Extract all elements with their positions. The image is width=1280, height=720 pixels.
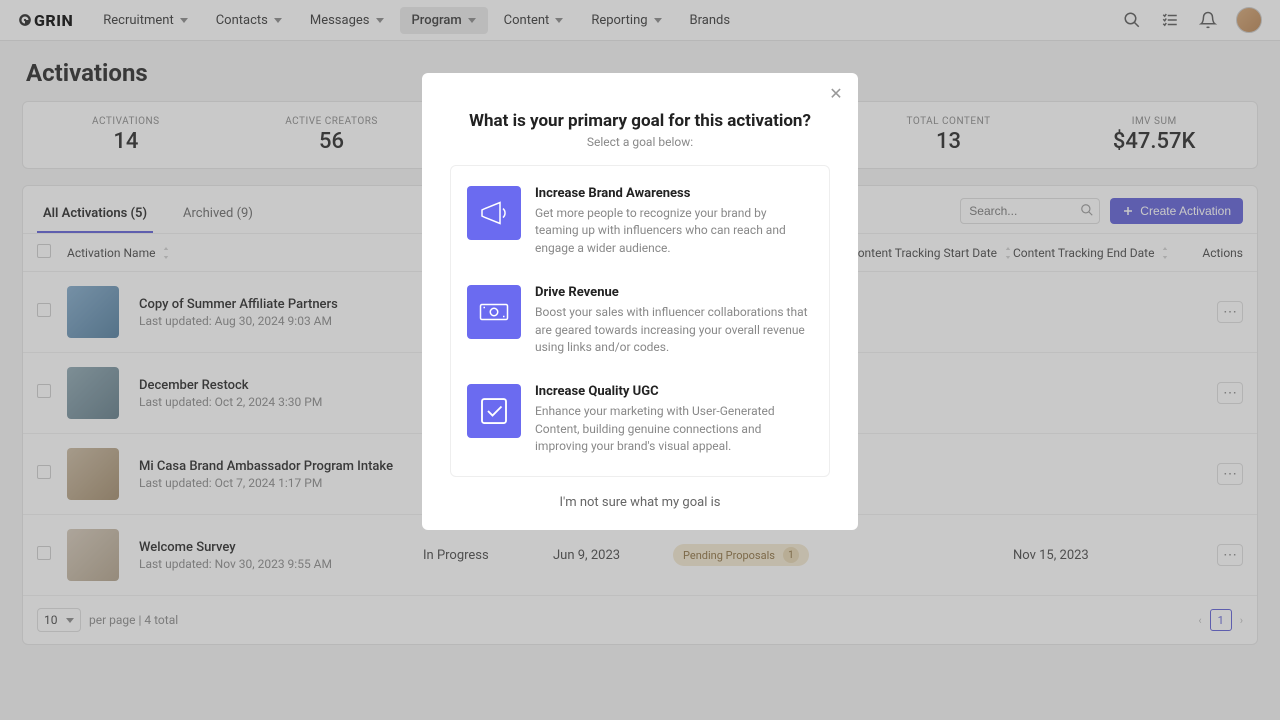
checkbox-icon [467, 384, 521, 438]
goal-description: Boost your sales with influencer collabo… [535, 304, 813, 356]
goal-brand-awareness[interactable]: Increase Brand Awareness Get more people… [457, 172, 823, 271]
modal-subtitle: Select a goal below: [462, 135, 818, 149]
modal-title: What is your primary goal for this activ… [462, 111, 818, 131]
goal-modal: ✕ What is your primary goal for this act… [422, 73, 858, 530]
goal-title: Increase Quality UGC [535, 384, 813, 399]
cash-icon [467, 285, 521, 339]
megaphone-icon [467, 186, 521, 240]
goal-list: Increase Brand Awareness Get more people… [450, 165, 830, 477]
not-sure-link[interactable]: I'm not sure what my goal is [422, 495, 858, 510]
goal-description: Get more people to recognize your brand … [535, 205, 813, 257]
goal-title: Drive Revenue [535, 285, 813, 300]
goal-description: Enhance your marketing with User-Generat… [535, 403, 813, 455]
goal-quality-ugc[interactable]: Increase Quality UGC Enhance your market… [457, 370, 823, 469]
close-icon[interactable]: ✕ [826, 83, 846, 103]
goal-drive-revenue[interactable]: Drive Revenue Boost your sales with infl… [457, 271, 823, 370]
goal-title: Increase Brand Awareness [535, 186, 813, 201]
